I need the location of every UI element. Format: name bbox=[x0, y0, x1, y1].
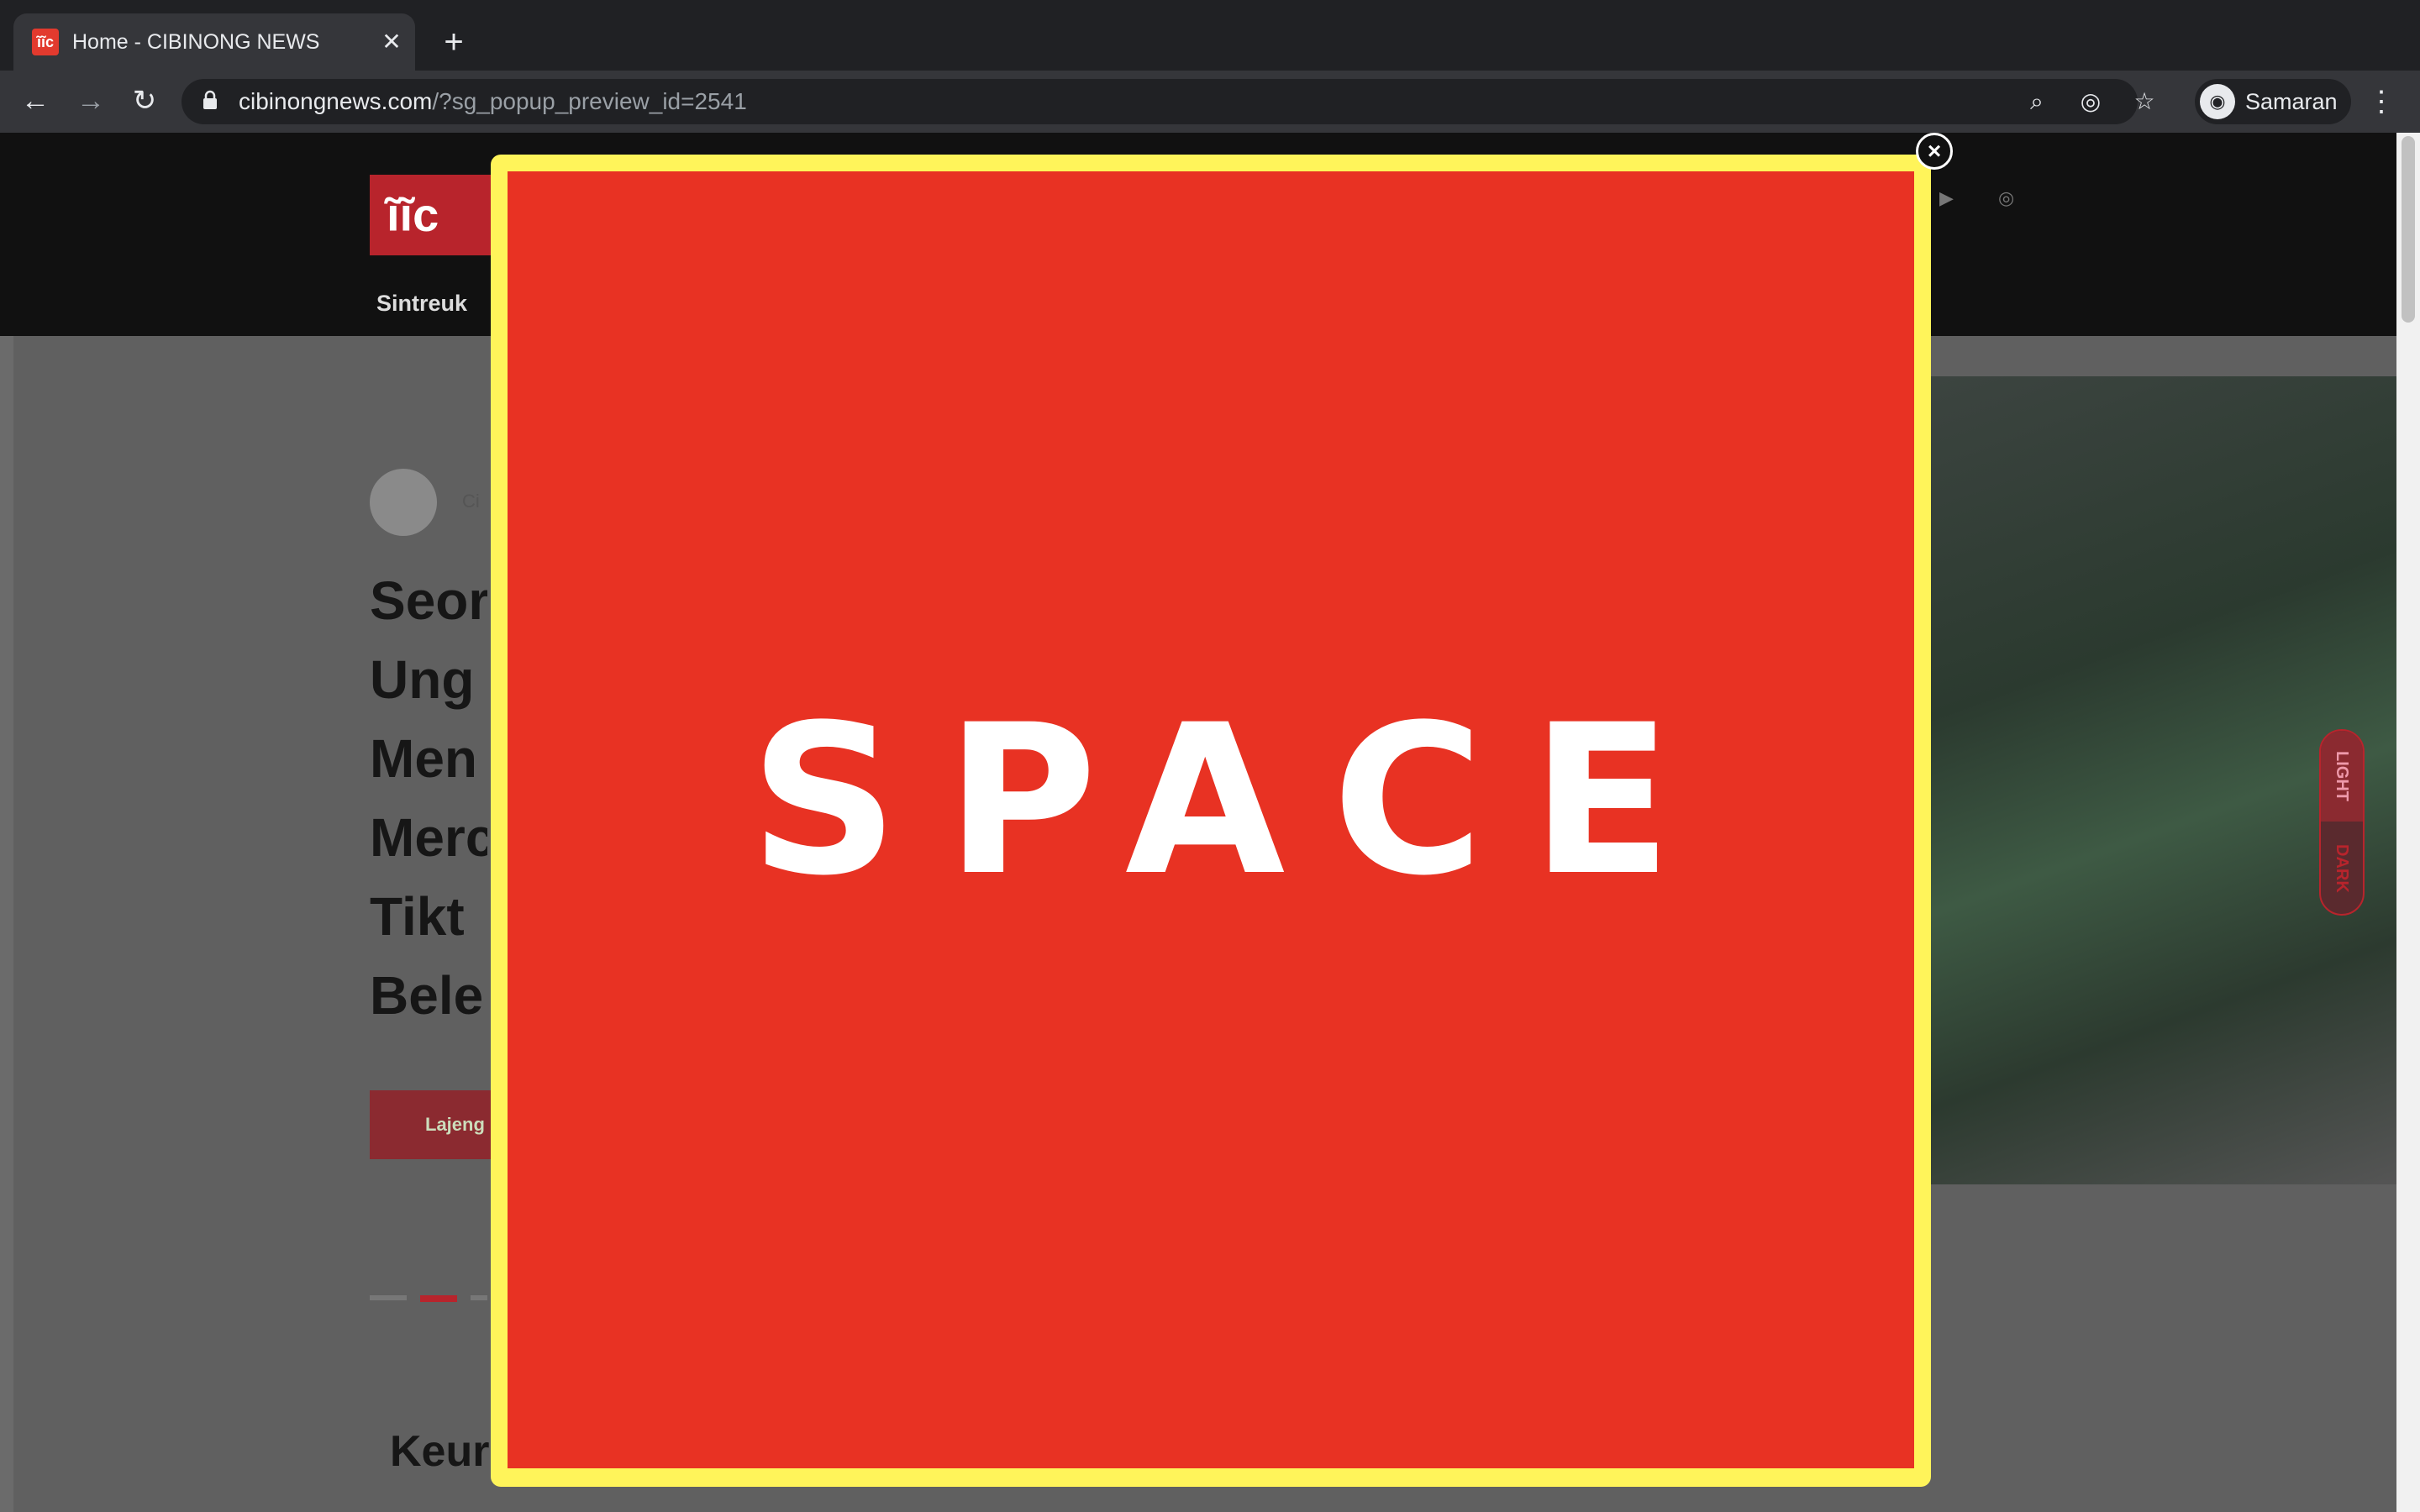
page-scrollbar[interactable] bbox=[2396, 133, 2420, 1512]
incognito-avatar-icon: ◉ bbox=[2200, 84, 2235, 119]
light-mode-option[interactable]: LIGHT bbox=[2321, 731, 2363, 822]
lock-icon[interactable] bbox=[198, 90, 222, 113]
url-text[interactable]: cibinongnews.com/?sg_popup_preview_id=25… bbox=[239, 79, 747, 124]
popup-close-icon[interactable]: × bbox=[1916, 133, 1953, 170]
read-more-button[interactable]: Lajeng bbox=[370, 1090, 504, 1159]
tab-title: Home - CIBINONG NEWS bbox=[72, 30, 320, 54]
author-name[interactable]: Ci bbox=[462, 491, 480, 512]
eye-off-icon[interactable]: ◎ bbox=[2075, 87, 2106, 117]
url-host: cibinongnews.com bbox=[239, 88, 433, 114]
dark-mode-option[interactable]: DARK bbox=[2321, 823, 2363, 914]
url-path: /?sg_popup_preview_id=2541 bbox=[432, 88, 747, 114]
active-tab[interactable]: ĩĩc Home - CIBINONG NEWS ✕ bbox=[13, 13, 415, 71]
slider-dot[interactable] bbox=[370, 1295, 407, 1300]
new-tab-button[interactable]: + bbox=[434, 22, 474, 62]
back-button[interactable]: ← bbox=[13, 79, 57, 123]
instagram-icon[interactable]: ◎ bbox=[1998, 186, 2022, 210]
youtube-icon[interactable]: ▶ bbox=[1939, 186, 1963, 210]
bookmark-star-icon[interactable]: ☆ bbox=[2129, 87, 2160, 117]
slider-dot-active[interactable] bbox=[420, 1295, 457, 1302]
popup-modal: SPACE bbox=[491, 155, 1931, 1487]
slider-dot[interactable] bbox=[471, 1295, 487, 1300]
browser-menu-icon[interactable]: ⋮ bbox=[2365, 79, 2398, 124]
headline-line: Merc bbox=[370, 807, 487, 868]
popup-headline: SPACE bbox=[750, 681, 1719, 921]
article-headline[interactable]: Seor Ung Men Merc Tikt Bele bbox=[370, 561, 487, 1035]
reload-button[interactable]: ↻ bbox=[123, 79, 166, 123]
profile-button[interactable]: ◉ Samaran bbox=[2195, 79, 2351, 124]
site-logo[interactable]: ĩĩc bbox=[370, 175, 496, 255]
profile-name: Samaran bbox=[2245, 89, 2338, 114]
tab-close-icon[interactable]: ✕ bbox=[376, 27, 407, 57]
browser-toolbar: ← → ↻ cibinongnews.com/?sg_popup_preview… bbox=[0, 71, 2420, 133]
headline-line: Ung bbox=[370, 649, 475, 710]
forward-button[interactable]: → bbox=[69, 79, 113, 123]
scrollbar-thumb[interactable] bbox=[2402, 136, 2415, 323]
popup-content[interactable]: SPACE bbox=[508, 171, 1914, 1468]
headline-line: Bele bbox=[370, 965, 484, 1026]
tab-strip: ĩĩc Home - CIBINONG NEWS ✕ + bbox=[0, 0, 2420, 71]
theme-toggle[interactable]: LIGHT DARK bbox=[2319, 729, 2365, 916]
site-favicon-icon: ĩĩc bbox=[32, 29, 59, 55]
headline-line: Tikt bbox=[370, 886, 465, 947]
lock-icon-shape bbox=[203, 90, 217, 109]
headline-line: Men bbox=[370, 728, 477, 789]
headline-line: Seor bbox=[370, 570, 487, 631]
section-title: Keur bbox=[390, 1427, 490, 1476]
nav-item-sintreuk[interactable]: Sintreuk bbox=[376, 291, 467, 317]
address-bar[interactable]: cibinongnews.com/?sg_popup_preview_id=25… bbox=[182, 79, 2155, 124]
zoom-icon[interactable]: ⌕ bbox=[2022, 87, 2052, 117]
author-avatar bbox=[370, 469, 437, 536]
